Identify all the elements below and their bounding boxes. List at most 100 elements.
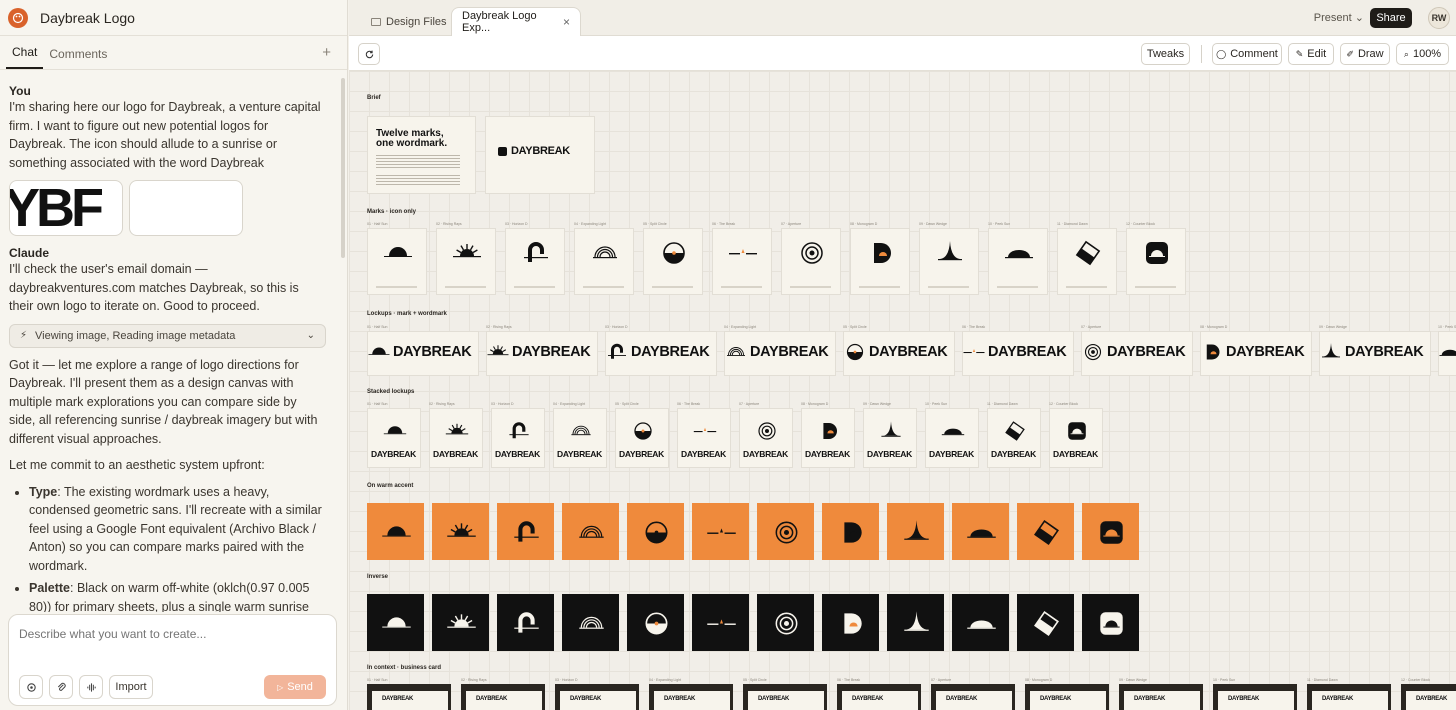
lockup-card-rays[interactable]: DAYBREAK <box>486 331 598 376</box>
inverse-card-block[interactable] <box>1082 594 1139 651</box>
import-button[interactable]: Import <box>109 675 153 699</box>
mark-card-peek[interactable] <box>988 228 1048 295</box>
tool-activity-pill[interactable]: ⚡ Viewing image, Reading image metadata … <box>9 323 326 348</box>
mark-card-arc[interactable] <box>505 228 565 295</box>
accent-card-halfsun[interactable] <box>367 503 424 560</box>
inverse-card-dmark[interactable] <box>822 594 879 651</box>
stacked-card-peek[interactable]: DAYBREAK <box>925 408 979 468</box>
accent-card-spike[interactable] <box>887 503 944 560</box>
accent-card-split[interactable] <box>627 503 684 560</box>
stacked-card-rays[interactable]: DAYBREAK <box>429 408 483 468</box>
attach-icon[interactable] <box>49 675 73 699</box>
draw-button[interactable]: ✐ Draw <box>1340 43 1390 65</box>
business-card-rainbow[interactable]: DAYBREAK <box>649 684 733 710</box>
business-card-break[interactable]: DAYBREAK <box>837 684 921 710</box>
accent-card-target[interactable] <box>757 503 814 560</box>
lockup-card-spike[interactable]: DAYBREAK <box>1319 331 1431 376</box>
lockup-card-halfsun[interactable]: DAYBREAK <box>367 331 479 376</box>
mark-card-halfsun[interactable] <box>367 228 427 295</box>
mark-spike-icon <box>904 611 929 631</box>
design-canvas[interactable]: Brief Twelve marks, one wordmark. DAYBRE… <box>349 71 1456 710</box>
mark-card-block[interactable] <box>1126 228 1186 295</box>
accent-card-break[interactable] <box>692 503 749 560</box>
mark-card-diamond[interactable] <box>1057 228 1117 295</box>
audio-icon[interactable] <box>79 675 103 699</box>
accent-card-block[interactable] <box>1082 503 1139 560</box>
accent-card-rainbow[interactable] <box>562 503 619 560</box>
stacked-card-diamond[interactable]: DAYBREAK <box>987 408 1041 468</box>
send-button[interactable]: ▷ Send <box>264 675 326 699</box>
inverse-card-rays[interactable] <box>432 594 489 651</box>
chat-scrollbar[interactable] <box>341 78 345 258</box>
tab-logo-exploration[interactable]: Daybreak Logo Exp... × <box>451 7 581 36</box>
accent-card-arc[interactable] <box>497 503 554 560</box>
business-card-split[interactable]: DAYBREAK <box>743 684 827 710</box>
business-card-halfsun[interactable]: DAYBREAK <box>367 684 451 710</box>
tab-chat[interactable]: Chat <box>6 45 44 69</box>
mark-card-rainbow[interactable] <box>574 228 634 295</box>
stacked-card-split[interactable]: DAYBREAK <box>615 408 669 468</box>
inverse-card-rainbow[interactable] <box>562 594 619 651</box>
business-card-arc[interactable]: DAYBREAK <box>555 684 639 710</box>
inverse-card-break[interactable] <box>692 594 749 651</box>
accent-card-dmark[interactable] <box>822 503 879 560</box>
lockup-card-arc[interactable]: DAYBREAK <box>605 331 717 376</box>
mark-card-break[interactable] <box>712 228 772 295</box>
accent-card-diamond[interactable] <box>1017 503 1074 560</box>
mark-card-target[interactable] <box>781 228 841 295</box>
attachment-image-logo[interactable]: YBF <box>9 180 123 236</box>
mark-card-dmark[interactable] <box>850 228 910 295</box>
stacked-card-break[interactable]: DAYBREAK <box>677 408 731 468</box>
edit-button[interactable]: ✎ Edit <box>1288 43 1334 65</box>
stacked-card-arc[interactable]: DAYBREAK <box>491 408 545 468</box>
present-menu[interactable]: Present ⌄ <box>1314 11 1364 24</box>
close-icon[interactable]: × <box>563 15 570 29</box>
business-card-spike[interactable]: DAYBREAK <box>1119 684 1203 710</box>
inverse-card-halfsun[interactable] <box>367 594 424 651</box>
avatar[interactable]: RW <box>1428 7 1450 29</box>
brief-wordmark-card[interactable]: DAYBREAK <box>485 116 595 194</box>
palette-icon[interactable] <box>8 7 28 28</box>
accent-card-rays[interactable] <box>432 503 489 560</box>
attachment-image-blank[interactable] <box>129 180 243 236</box>
settings-icon[interactable] <box>19 675 43 699</box>
mark-card-spike[interactable] <box>919 228 979 295</box>
inverse-card-peek[interactable] <box>952 594 1009 651</box>
business-card-peek[interactable]: DAYBREAK <box>1213 684 1297 710</box>
business-card-dmark[interactable]: DAYBREAK <box>1025 684 1109 710</box>
mark-card-rays[interactable] <box>436 228 496 295</box>
inverse-card-diamond[interactable] <box>1017 594 1074 651</box>
business-card-rays[interactable]: DAYBREAK <box>461 684 545 710</box>
business-card-diamond[interactable]: DAYBREAK <box>1307 684 1391 710</box>
refresh-icon[interactable] <box>358 43 380 65</box>
lockup-card-peek[interactable]: DAYBREAK <box>1438 331 1456 376</box>
accent-card-peek[interactable] <box>952 503 1009 560</box>
stacked-card-target[interactable]: DAYBREAK <box>739 408 793 468</box>
stacked-card-spike[interactable]: DAYBREAK <box>863 408 917 468</box>
inverse-card-spike[interactable] <box>887 594 944 651</box>
inverse-card-split[interactable] <box>627 594 684 651</box>
share-button[interactable]: Share <box>1370 8 1412 28</box>
mark-card-split[interactable] <box>643 228 703 295</box>
stacked-card-dmark[interactable]: DAYBREAK <box>801 408 855 468</box>
business-card-target[interactable]: DAYBREAK <box>931 684 1015 710</box>
lockup-card-dmark[interactable]: DAYBREAK <box>1200 331 1312 376</box>
add-tab-button[interactable]: + <box>322 44 331 61</box>
lockup-card-target[interactable]: DAYBREAK <box>1081 331 1193 376</box>
lockup-card-split[interactable]: DAYBREAK <box>843 331 955 376</box>
tweaks-button[interactable]: Tweaks <box>1141 43 1190 65</box>
stacked-card-halfsun[interactable]: DAYBREAK <box>367 408 421 468</box>
prompt-input[interactable] <box>19 627 319 641</box>
comment-button[interactable]: ◯ Comment <box>1212 43 1282 65</box>
lockup-card-rainbow[interactable]: DAYBREAK <box>724 331 836 376</box>
business-card-block[interactable]: DAYBREAK <box>1401 684 1456 710</box>
brief-card[interactable]: Twelve marks, one wordmark. <box>367 116 476 194</box>
tab-design-files[interactable]: Design Files <box>361 7 457 36</box>
stacked-card-block[interactable]: DAYBREAK <box>1049 408 1103 468</box>
lockup-card-break[interactable]: DAYBREAK <box>962 331 1074 376</box>
stacked-card-rainbow[interactable]: DAYBREAK <box>553 408 607 468</box>
inverse-card-arc[interactable] <box>497 594 554 651</box>
inverse-card-target[interactable] <box>757 594 814 651</box>
zoom-control[interactable]: ⌕ 100% <box>1396 43 1449 65</box>
tab-comments[interactable]: Comments <box>43 47 113 69</box>
